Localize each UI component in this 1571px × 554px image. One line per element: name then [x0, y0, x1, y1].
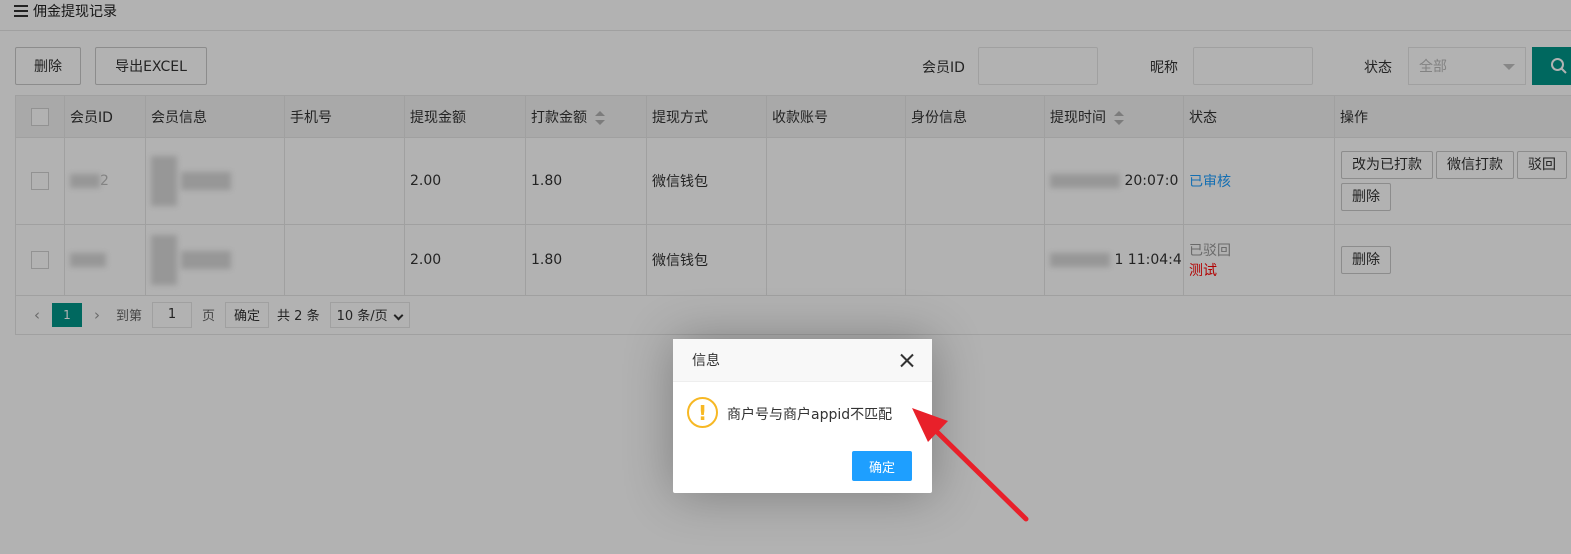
dialog-title: 信息	[692, 353, 720, 369]
dialog-header: 信息	[673, 339, 932, 382]
dialog-ok-button[interactable]: 确定	[852, 451, 912, 481]
dialog-message: 商户号与商户appid不匹配	[727, 407, 893, 423]
close-icon[interactable]	[900, 353, 914, 367]
warning-icon: !	[687, 397, 718, 428]
info-dialog: 信息 ! 商户号与商户appid不匹配 确定	[673, 339, 932, 493]
